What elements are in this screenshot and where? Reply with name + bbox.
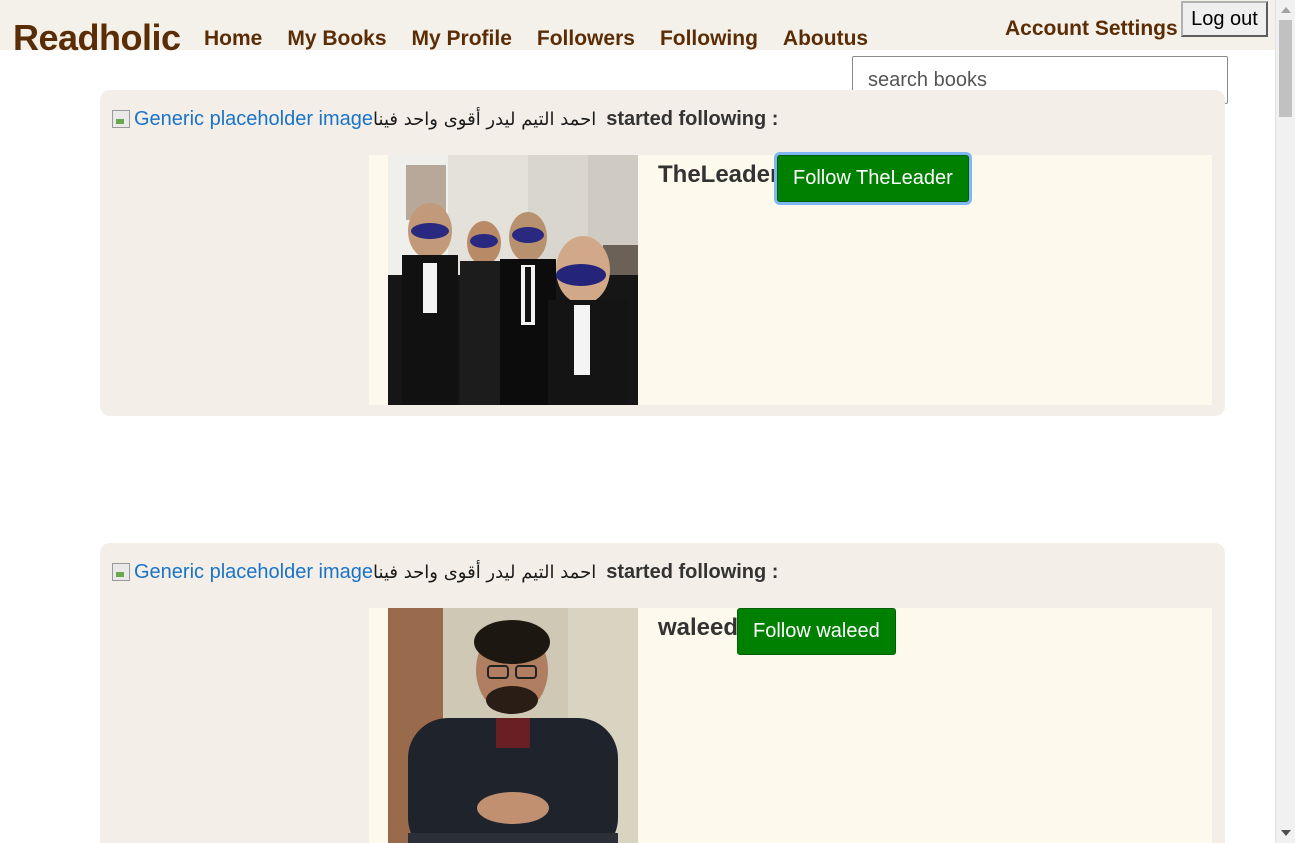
nav-link-home[interactable]: Home <box>204 26 262 52</box>
actor-avatar[interactable]: Generic placeholder image <box>112 108 373 131</box>
actor-avatar[interactable]: Generic placeholder image <box>112 561 373 584</box>
account-settings-link[interactable]: Account Settings <box>1005 16 1178 42</box>
user-photo-image <box>388 155 638 405</box>
scroll-up-arrow-icon[interactable] <box>1281 7 1291 13</box>
nav-links: Home My Books My Profile Followers Follo… <box>204 26 893 52</box>
nav-link-following[interactable]: Following <box>660 26 758 52</box>
avatar-alt-text: Generic placeholder image <box>134 560 374 583</box>
followed-user-panel: waleed Follow waleed <box>369 608 1212 843</box>
actor-name[interactable]: احمد التيم ليدر أقوى واحد فينا <box>373 562 596 583</box>
actor-name[interactable]: احمد التيم ليدر أقوى واحد فينا <box>373 109 596 130</box>
user-photo-image <box>388 608 638 843</box>
followed-user-panel: TheLeader Follow TheLeader <box>369 155 1212 405</box>
broken-image-icon <box>112 563 130 581</box>
followed-username[interactable]: TheLeader <box>658 161 779 189</box>
brand-logo[interactable]: Readholic <box>13 16 181 60</box>
nav-link-my-books[interactable]: My Books <box>287 26 386 52</box>
activity-header: Generic placeholder image احمد التيم ليد… <box>112 104 778 134</box>
follow-button[interactable]: Follow waleed <box>737 608 896 655</box>
navbar: Readholic Home My Books My Profile Follo… <box>0 0 1275 58</box>
avatar-alt-text: Generic placeholder image <box>134 107 374 130</box>
scroll-down-arrow-icon[interactable] <box>1281 830 1291 836</box>
user-photo[interactable] <box>388 155 638 405</box>
follow-button[interactable]: Follow TheLeader <box>777 155 969 202</box>
activity-card: Generic placeholder image احمد التيم ليد… <box>100 543 1225 843</box>
activity-header: Generic placeholder image احمد التيم ليد… <box>112 557 778 587</box>
page-scrollbar[interactable] <box>1275 0 1295 843</box>
nav-link-my-profile[interactable]: My Profile <box>412 26 512 52</box>
activity-card: Generic placeholder image احمد التيم ليد… <box>100 90 1225 416</box>
logout-button[interactable]: Log out <box>1181 1 1268 37</box>
scrollbar-thumb[interactable] <box>1279 20 1292 117</box>
activity-action: started following : <box>606 560 779 583</box>
followed-username[interactable]: waleed <box>658 614 738 642</box>
nav-link-followers[interactable]: Followers <box>537 26 635 52</box>
nav-link-aboutus[interactable]: Aboutus <box>783 26 868 52</box>
user-photo[interactable] <box>388 608 638 843</box>
activity-action: started following : <box>606 107 779 130</box>
broken-image-icon <box>112 110 130 128</box>
page: Readholic Home My Books My Profile Follo… <box>0 0 1295 843</box>
